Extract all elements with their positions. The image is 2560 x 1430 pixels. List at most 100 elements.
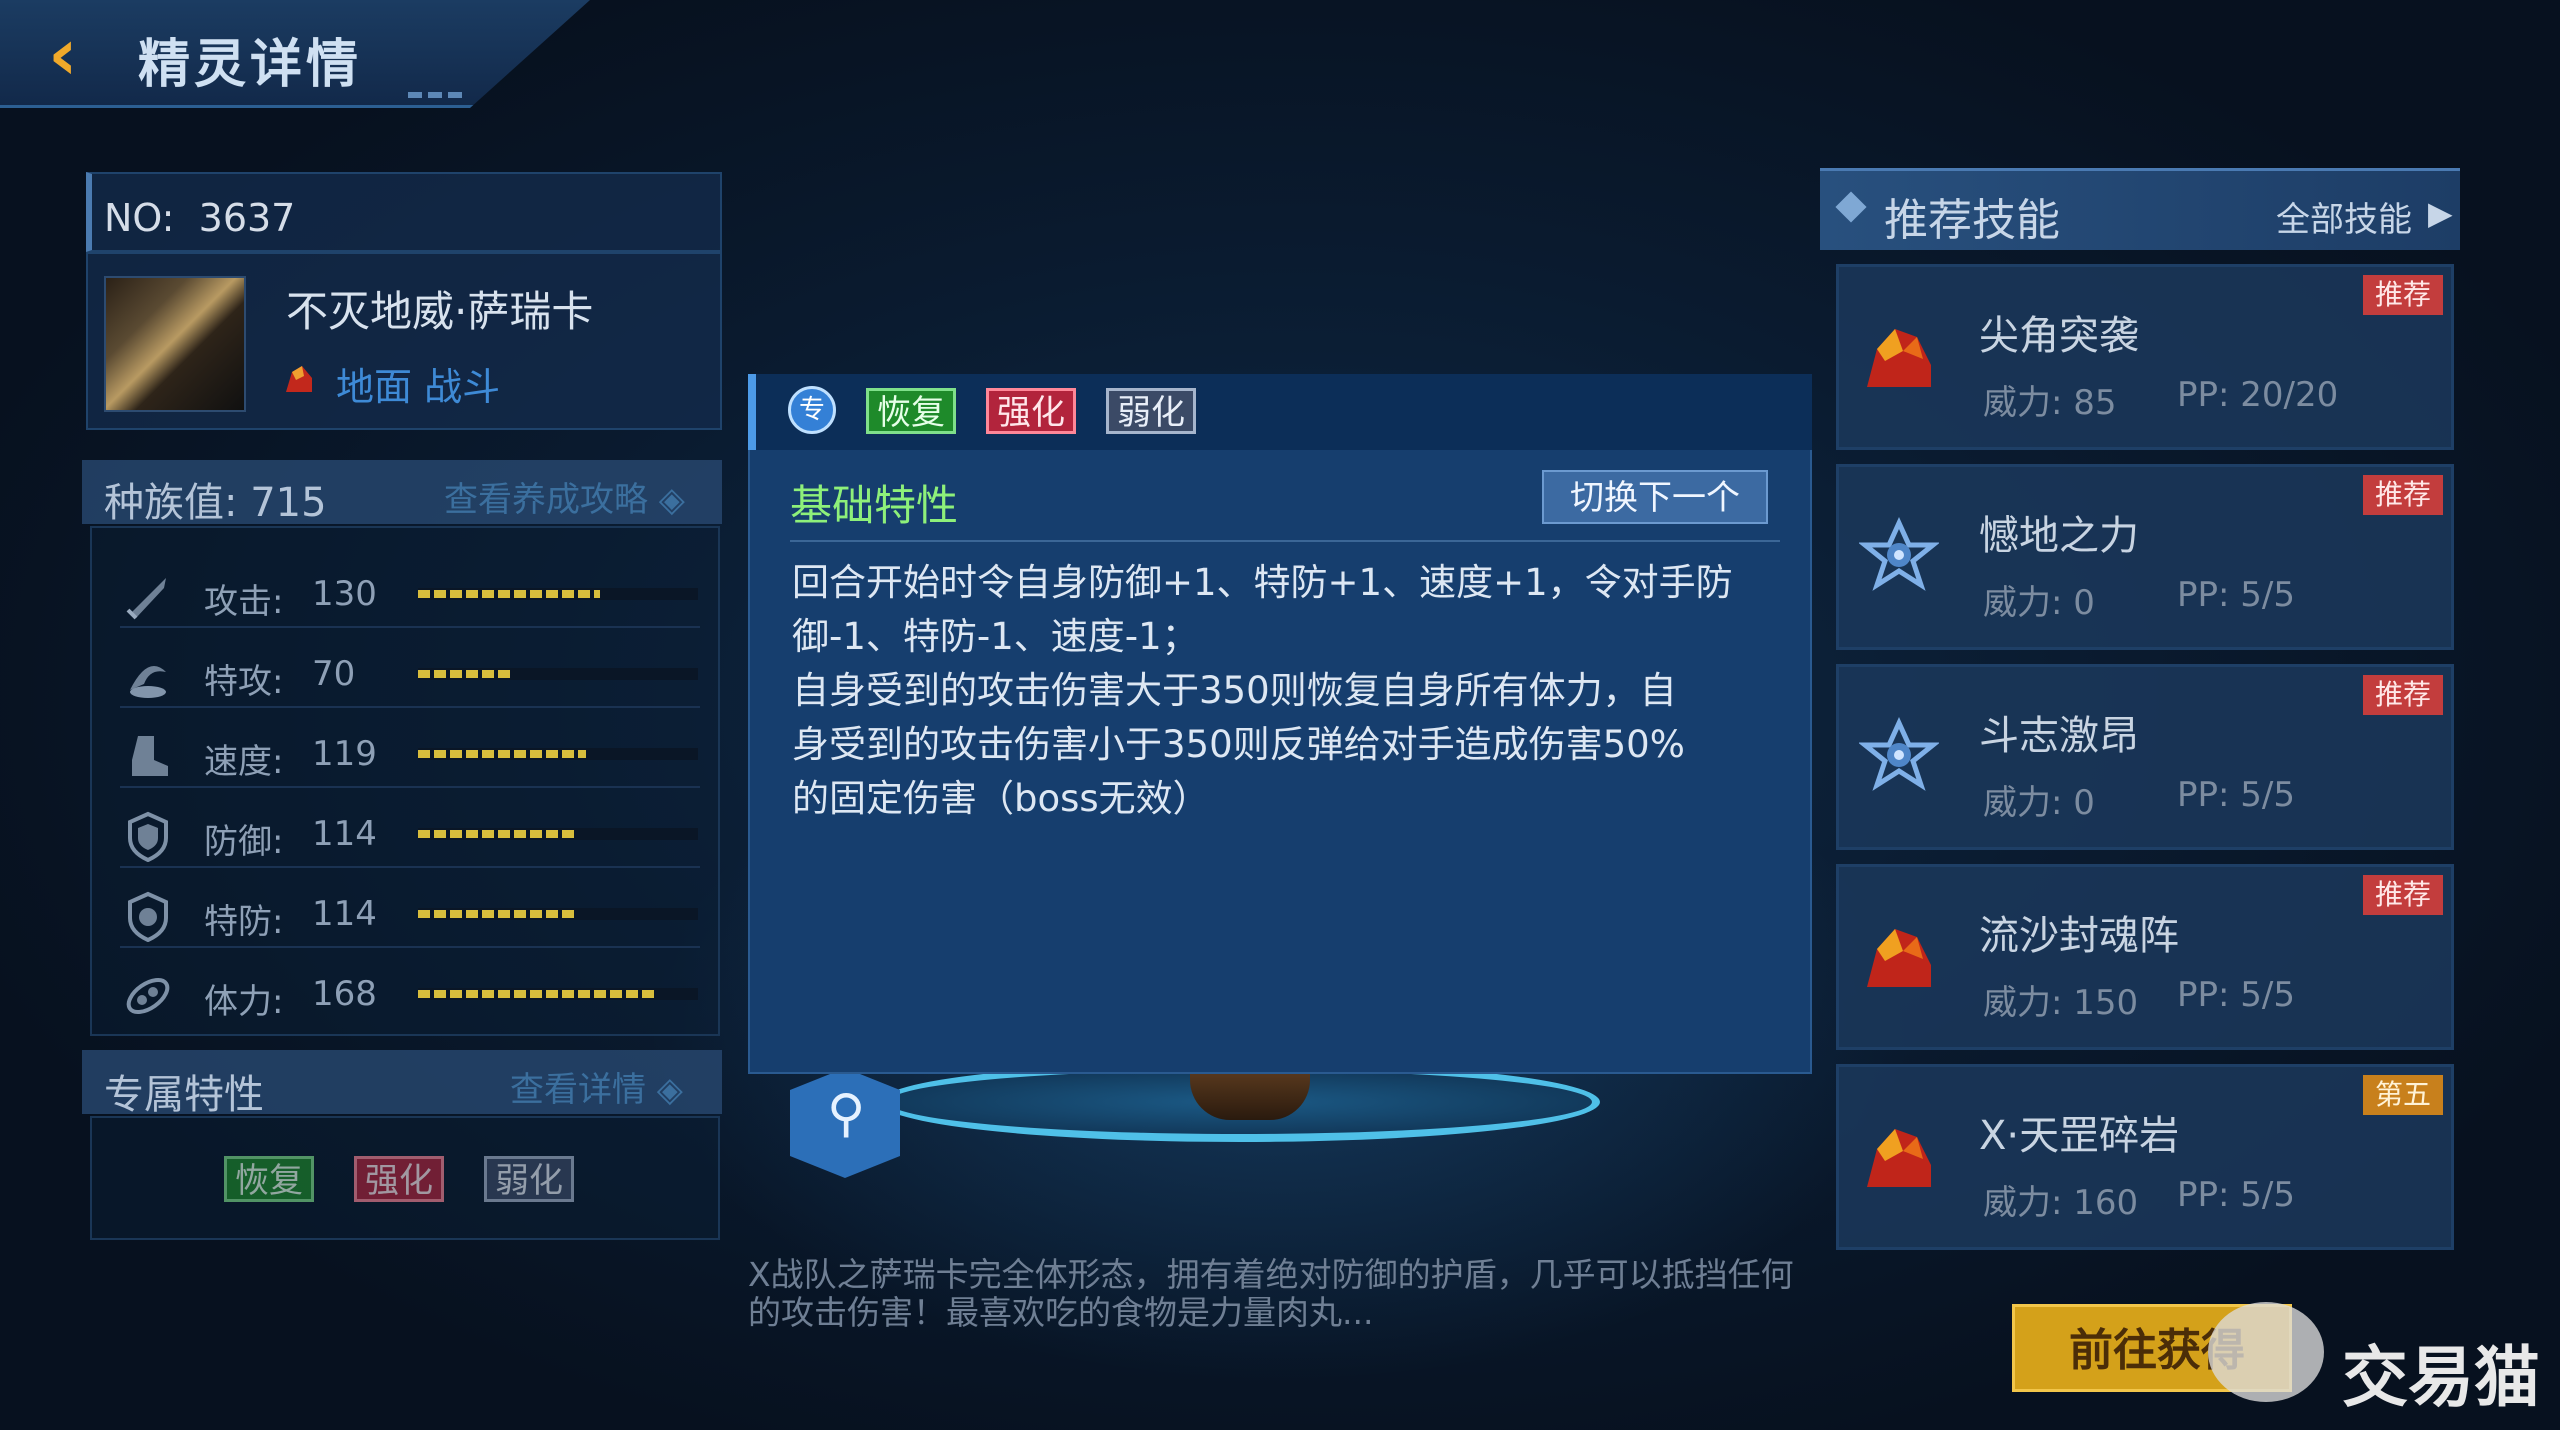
header-decoration [408,92,468,98]
skill-power: 威力: 85 [1983,383,2117,423]
view-details-link[interactable]: 查看详情 ◈ [510,1062,683,1111]
pet-number: NO: 3637 [104,196,296,240]
chevron-right-icon[interactable]: ▶ [2428,194,2453,232]
skill-badge: 推荐 [2362,475,2443,515]
skill-pp: PP: 5/5 [2177,575,2295,615]
watermark-text: 交易猫 [2342,1339,2540,1416]
popup-tag-weaken[interactable]: 弱化 [1106,388,1196,434]
stat-bar [418,668,698,680]
divider [120,866,700,868]
pet-model [1190,1070,1310,1120]
skill-name: 斗志激昂 [1979,713,2139,759]
boot-icon [120,730,176,782]
stat-label: 速度: [204,742,284,782]
popup-title: 基础特性 [790,481,959,530]
skill-badge: 第五 [2362,1075,2443,1115]
star-icon [1857,715,1941,795]
stat-value: 130 [312,574,377,614]
exclusive-trait-tags: 恢复 强化 弱化 [90,1116,720,1240]
skill-name: X·天罡碎岩 [1979,1113,2180,1159]
divider [120,626,700,628]
chevron-left-icon[interactable]: ‹ [48,18,108,92]
stat-label: 攻击: [204,582,284,622]
pet-name: 不灭地威·萨瑞卡 [286,287,594,336]
stat-label: 防御: [204,822,284,862]
stat-bar [418,988,698,1000]
stat-row: 速度: 119 [120,720,720,790]
skill-card[interactable]: 流沙封魂阵威力: 150 PP: 5/5 推荐 [1836,864,2454,1050]
skill-power: 威力: 150 [1983,983,2139,1023]
stat-label: 体力: [204,982,284,1022]
stat-bar [418,748,698,760]
popup-accent [748,374,756,450]
search-icon[interactable]: ⚲ [818,1086,874,1142]
race-value: 种族值: 715 [104,480,327,526]
skill-badge: 推荐 [2362,875,2443,915]
page-title: 精灵详情 [138,35,363,95]
rock-icon [1859,315,1939,395]
popup-tag-strengthen[interactable]: 强化 [986,388,1076,434]
stat-bar-fill [418,830,575,838]
skill-pp: PP: 5/5 [2177,775,2295,815]
rock-icon [1859,915,1939,995]
stat-label: 特攻: [204,662,284,702]
skill-badge: 推荐 [2362,275,2443,315]
stat-label: 特防: [204,902,284,942]
skill-name: 流沙封魂阵 [1979,913,2179,959]
recommend-title: 推荐技能 [1884,195,2060,246]
shield-icon [120,810,176,863]
stat-value: 114 [312,814,377,854]
tag-strengthen[interactable]: 强化 [354,1156,444,1202]
stat-row: 特攻: 70 [120,640,720,710]
ground-type-icon [286,366,312,392]
stat-bar [418,828,698,840]
exclusive-badge-icon: 专 [788,386,836,434]
stat-row: 防御: 114 [120,800,720,870]
skill-pp: PP: 20/20 [2177,375,2339,415]
star-icon [1857,515,1941,595]
divider [120,786,700,788]
stat-bar [418,588,698,600]
stat-bar-fill [418,990,656,998]
stat-bar [418,908,698,920]
stat-bar-fill [418,670,511,678]
breeding-guide-link[interactable]: 查看养成攻略 ◈ [444,472,685,521]
skill-pp: PP: 5/5 [2177,1175,2295,1215]
divider [120,706,700,708]
skill-badge: 推荐 [2362,675,2443,715]
skill-card[interactable]: 憾地之力威力: 0 PP: 5/5 推荐 [1836,464,2454,650]
popup-body: 回合开始时令自身防御+1、特防+1、速度+1，令对手防 御-1、特防-1、速度-… [792,561,1733,820]
stat-bar-fill [418,750,586,758]
stat-value: 114 [312,894,377,934]
special-defense-icon [120,890,176,943]
sword-icon [120,570,176,622]
all-skills-link[interactable]: 全部技能 [2276,192,2412,241]
skill-card[interactable]: 斗志激昂威力: 0 PP: 5/5 推荐 [1836,664,2454,850]
switch-next-button[interactable]: 切换下一个 [1542,470,1768,524]
stat-value: 168 [312,974,377,1014]
skill-card[interactable]: X·天罡碎岩威力: 160 PP: 5/5 第五 [1836,1064,2454,1250]
stat-bar-fill [418,590,600,598]
exclusive-trait-title: 专属特性 [104,1072,264,1118]
stat-row: 攻击: 130 [120,560,720,630]
skill-card[interactable]: 尖角突袭威力: 85 PP: 20/20 推荐 [1836,264,2454,450]
hp-icon [120,970,176,1022]
popup-tag-recover[interactable]: 恢复 [866,388,956,434]
popup-divider [790,540,1780,542]
pet-description: X战队之萨瑞卡完全体形态，拥有着绝对防御的护盾，几乎可以抵挡任何的攻击伤害！最喜… [748,1255,1794,1332]
tag-recover[interactable]: 恢复 [224,1156,314,1202]
divider [120,946,700,948]
skill-pp: PP: 5/5 [2177,975,2295,1015]
skill-power: 威力: 0 [1983,783,2095,823]
watermark-logo-icon [2208,1302,2324,1402]
skill-power: 威力: 0 [1983,583,2095,623]
stat-row: 特防: 114 [120,880,720,950]
skill-name: 尖角突袭 [1979,313,2139,359]
skill-power: 威力: 160 [1983,1183,2139,1223]
pet-portrait[interactable] [104,276,246,412]
stat-bar-fill [418,910,575,918]
stat-row: 体力: 168 [120,960,720,1030]
skill-name: 憾地之力 [1979,513,2139,559]
tag-weaken[interactable]: 弱化 [484,1156,574,1202]
stat-value: 70 [312,654,356,694]
